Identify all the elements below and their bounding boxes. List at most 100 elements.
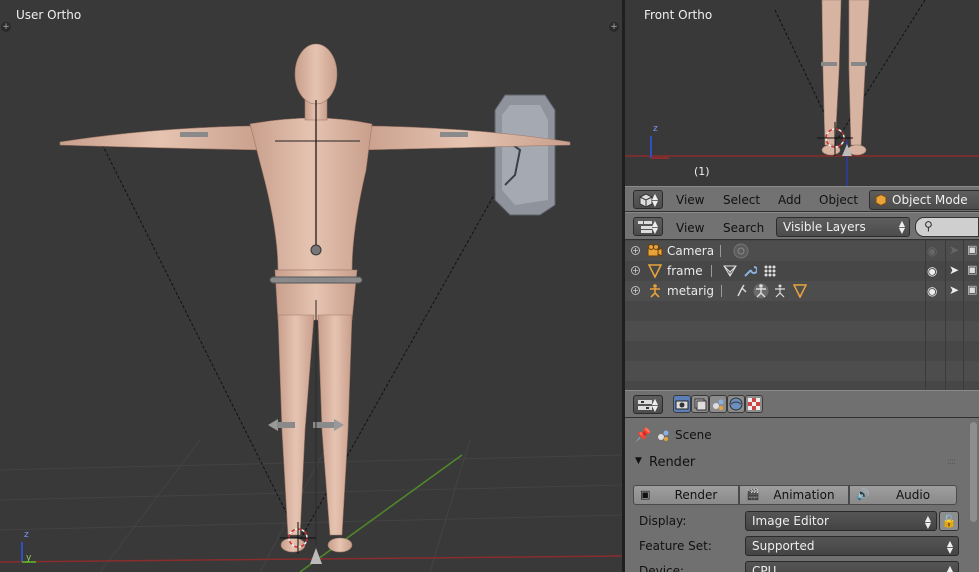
render-button[interactable]: ▣ Render — [633, 485, 739, 505]
device-dropdown[interactable]: CPU ▲▼ — [745, 561, 959, 572]
menu-add[interactable]: Add — [778, 193, 801, 207]
visibility-eye-icon[interactable]: ◉ — [927, 284, 937, 298]
outliner-search-input[interactable]: ⚲ — [915, 217, 979, 237]
front-viewport-scene — [625, 0, 979, 186]
axis-y-label: y — [26, 553, 32, 563]
editor-type-selector[interactable]: ▲ ▼ — [633, 190, 663, 209]
object-mode-icon — [875, 194, 887, 206]
camera-data-icon — [733, 243, 749, 259]
properties-scrollbar[interactable] — [970, 422, 977, 522]
render-layers-tab[interactable] — [691, 395, 709, 413]
animation-button[interactable]: 🎬 Animation — [739, 485, 849, 505]
modifier-wrench-icon — [744, 266, 757, 277]
particles-icon — [764, 265, 776, 277]
mesh-data-icon — [723, 265, 737, 277]
feature-set-dropdown[interactable]: Supported ▲ ▼ — [745, 536, 959, 556]
viewport-title: User Ortho — [16, 8, 82, 22]
render-camera-icon[interactable]: ▣ — [967, 283, 977, 296]
menu-select[interactable]: Select — [723, 193, 760, 207]
floor-grid — [0, 439, 622, 572]
frame-object — [494, 94, 556, 216]
display-filter-label: Visible Layers — [783, 220, 866, 234]
display-dropdown[interactable]: Image Editor ▲ ▼ — [745, 511, 937, 531]
render-camera-icon[interactable]: ▣ — [967, 263, 977, 276]
texture-checker-icon — [748, 398, 760, 410]
properties-header: ▲ ▼ — [625, 390, 979, 418]
world-tab[interactable] — [727, 395, 745, 413]
mesh-child-icon — [793, 284, 807, 298]
view3d-header: ▲ ▼ View Select Add Object Object Mode — [625, 186, 979, 212]
pin-icon[interactable]: 📌 — [635, 428, 651, 443]
front-axis-gizmo — [650, 136, 669, 159]
display-label: Display: — [639, 514, 687, 528]
select-cursor-icon[interactable]: ➤ — [949, 283, 959, 297]
dropdown-arrows-icon: ▲▼ — [946, 539, 953, 555]
armature-data-icon — [753, 283, 769, 299]
properties-type-arrows-icon: ▲ ▼ — [651, 397, 658, 413]
world-icon — [729, 397, 743, 411]
y-axis-line — [299, 454, 463, 572]
outliner-item-name: frame — [667, 264, 703, 278]
dropdown-arrows-icon: ▲▼ — [946, 564, 953, 572]
frame-number: (1) — [694, 165, 710, 178]
viewport-corner-widget-right[interactable]: + — [609, 22, 619, 32]
render-camera-icon[interactable]: ▣ — [967, 243, 977, 256]
outliner-menu-view[interactable]: View — [676, 221, 704, 235]
context-path-label: Scene — [675, 428, 712, 442]
render-layers-icon — [694, 398, 707, 411]
device-label: Device: — [639, 564, 685, 572]
pose-icon — [737, 284, 747, 297]
expand-toggle-icon[interactable]: + — [631, 266, 640, 275]
expand-toggle-icon[interactable]: + — [631, 246, 640, 255]
expand-toggle-icon[interactable]: + — [631, 286, 640, 295]
search-icon: ⚲ — [924, 219, 933, 233]
scene-context-icon — [658, 430, 669, 441]
clapperboard-icon: 🎬 — [746, 488, 760, 501]
display-filter-dropdown[interactable]: Visible Layers ▲ ▼ — [776, 217, 910, 237]
visibility-eye-icon[interactable]: ◉ — [927, 264, 937, 278]
outliner-editor-type-selector[interactable]: ▲ ▼ — [633, 217, 663, 236]
main-viewport-scene — [0, 43, 622, 572]
render-still-icon: ▣ — [640, 488, 651, 501]
outliner[interactable]: + Camera ◉ ➤ ▣ + frame ◉ ➤ ▣ + metarig ◉… — [625, 240, 979, 390]
viewport-corner-widget-left[interactable]: + — [1, 22, 11, 32]
panel-title: Render — [649, 455, 696, 470]
mode-selector-label: Object Mode — [892, 193, 968, 207]
outliner-editor-icon — [638, 221, 652, 233]
properties-editor[interactable]: 📌 Scene ▼ Render :::: ▣ Render 🎬 Animati… — [625, 418, 979, 572]
front-axis-z-label: z — [653, 124, 658, 134]
scene-tab[interactable] — [709, 395, 727, 413]
render-tab[interactable] — [673, 395, 691, 413]
properties-editor-type-selector[interactable]: ▲ ▼ — [633, 395, 663, 414]
bone-icon — [775, 284, 785, 298]
outliner-menu-search[interactable]: Search — [723, 221, 764, 235]
menu-view[interactable]: View — [676, 193, 704, 207]
outliner-header: ▲ ▼ View Search Visible Layers ▲ ▼ ⚲ — [625, 212, 979, 240]
properties-editor-icon — [638, 400, 652, 410]
armature-icon — [650, 284, 660, 298]
mode-selector[interactable]: Object Mode — [869, 190, 979, 210]
panel-collapse-icon: ▼ — [635, 456, 642, 466]
menu-object[interactable]: Object — [819, 193, 858, 207]
select-cursor-icon[interactable]: ➤ — [949, 263, 959, 277]
editor-type-arrows-icon: ▲ ▼ — [651, 192, 658, 208]
render-panel-header[interactable]: ▼ Render :::: — [631, 453, 959, 475]
feature-set-label: Feature Set: — [639, 539, 712, 553]
front-ortho-viewport[interactable]: Front Ortho z (1) — [625, 0, 979, 186]
visibility-eye-icon[interactable]: ◉ — [927, 244, 937, 258]
human-figure — [59, 43, 571, 553]
texture-tab[interactable] — [745, 395, 763, 413]
mesh-icon — [648, 264, 662, 278]
lock-interface-icon[interactable]: 🔓 — [939, 511, 959, 531]
outliner-item-name: Camera — [667, 244, 715, 258]
camera-icon — [647, 244, 663, 257]
speaker-icon: 🔊 — [856, 488, 870, 501]
dropdown-arrows-icon: ▲▼ — [924, 514, 931, 530]
audio-button[interactable]: 🔊 Audio — [849, 485, 957, 505]
select-cursor-icon[interactable]: ➤ — [949, 243, 959, 257]
dropdown-arrows-icon: ▲▼ — [898, 219, 905, 235]
panel-drag-handle-icon[interactable]: :::: — [947, 457, 956, 467]
front-viewport-title: Front Ortho — [644, 8, 713, 22]
scene-icon — [713, 399, 724, 410]
main-3d-viewport[interactable]: User Ortho + + z y — [0, 0, 622, 572]
